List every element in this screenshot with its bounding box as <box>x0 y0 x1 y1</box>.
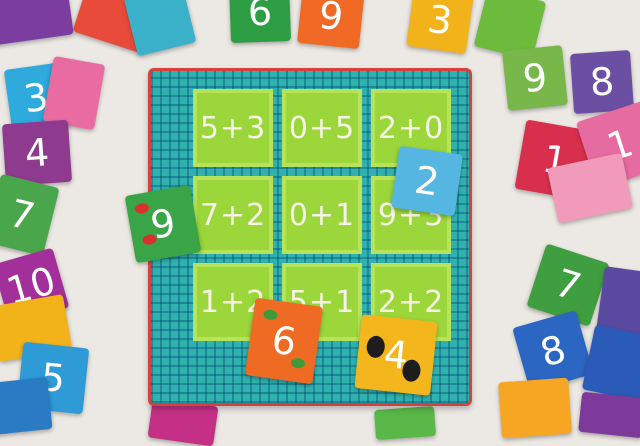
card-6-turtle[interactable]: 6 <box>244 297 324 385</box>
deco-card-left-bottom[interactable] <box>0 377 53 435</box>
deco-card-right-blue[interactable] <box>581 324 640 402</box>
card-9-ladybird[interactable]: 9 <box>124 184 202 264</box>
card-7-left[interactable]: 7 <box>0 173 60 257</box>
deco-card-right-orange[interactable] <box>498 377 572 439</box>
board-cell: 5+3 <box>193 89 273 167</box>
card-9-scattered[interactable]: 9 <box>502 45 568 111</box>
deco-card-right-bottom[interactable] <box>578 391 640 439</box>
board-cell: 7+2 <box>193 176 273 254</box>
deco-card-corner[interactable] <box>0 0 74 46</box>
card-4-toucan[interactable]: 4 <box>354 314 438 396</box>
card-8-penguin[interactable]: 8 <box>569 49 635 115</box>
toucan-icon <box>401 358 422 383</box>
game-table-scene: 6 9 3 9 8 1 1 7 8 3 4 7 10 5 5+3 0+5 2+0… <box>0 0 640 446</box>
board-cell: 0+1 <box>282 176 362 254</box>
deco-card-left-pink[interactable] <box>42 55 106 131</box>
card-9-top[interactable]: 9 <box>297 0 365 50</box>
board-cell: 0+5 <box>282 89 362 167</box>
deco-card-bottom-mid2[interactable] <box>374 405 436 441</box>
ladybird-icon <box>134 202 150 215</box>
turtle-icon <box>290 357 306 370</box>
card-2-crocodile[interactable]: 2 <box>390 145 464 217</box>
card-6-top[interactable]: 6 <box>228 0 292 44</box>
card-3-top[interactable]: 3 <box>406 0 474 54</box>
